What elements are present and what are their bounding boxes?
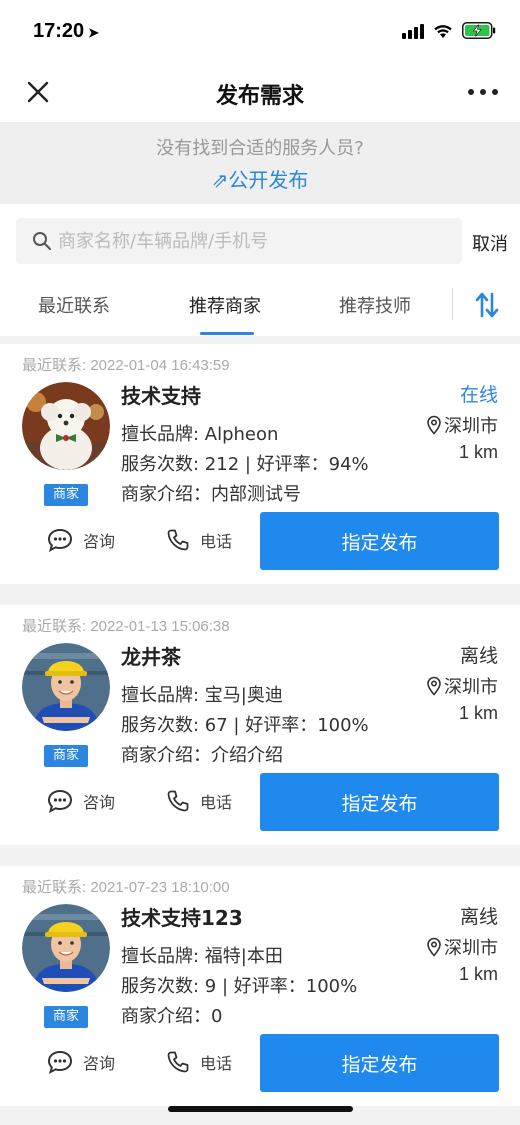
worker-avatar[interactable] — [22, 643, 110, 731]
location: 深圳市 — [426, 934, 498, 960]
status-bar: 17:20 ➤ — [0, 0, 520, 62]
signal-icon — [402, 23, 424, 39]
page-title: 发布需求 — [215, 84, 304, 109]
location-pin-icon — [427, 937, 441, 957]
wifi-icon — [434, 24, 452, 38]
search-input[interactable] — [58, 230, 438, 252]
consult-button[interactable]: 咨询 — [47, 528, 115, 552]
tab-recommended-technicians[interactable]: 推荐技师 — [339, 292, 411, 318]
merchant-name: 技术支持 — [121, 384, 201, 408]
tab-bar: 最近联系 推荐商家 推荐技师 — [0, 276, 520, 336]
merchant-name: 龙井茶 — [121, 645, 181, 669]
assign-publish-button[interactable]: 指定发布 — [260, 1034, 499, 1092]
dog-avatar[interactable] — [22, 382, 110, 470]
merchant-badge: 商家 — [44, 1006, 88, 1028]
location-arrow-icon: ➤ — [88, 25, 100, 40]
chat-bubble-icon — [47, 528, 73, 552]
location: 深圳市 — [426, 412, 498, 438]
public-publish-link[interactable]: ⇗公开发布 — [212, 164, 309, 193]
merchant-badge: 商家 — [44, 484, 88, 506]
nav-bar: 发布需求 — [0, 62, 520, 122]
merchant-badge: 商家 — [44, 745, 88, 767]
city: 深圳市 — [444, 416, 498, 437]
service-stats: 服务次数: 9 | 好评率：100% — [121, 976, 358, 997]
last-contact-time: 最近联系: 2022-01-04 16:43:59 — [22, 357, 230, 374]
chat-bubble-icon — [47, 1050, 73, 1074]
consult-label: 咨询 — [83, 793, 116, 812]
search-icon — [33, 232, 51, 250]
tab-recent-contacts[interactable]: 最近联系 — [38, 292, 110, 318]
brand-specialty: 擅长品牌: Alpheon — [121, 424, 279, 445]
status-time: 17:20 ➤ — [33, 20, 100, 42]
phone-icon — [167, 1051, 189, 1073]
phone-icon — [167, 790, 189, 812]
merchant-name: 技术支持123 — [121, 906, 243, 930]
service-stats: 服务次数: 212 | 好评率：94% — [121, 454, 369, 475]
phone-label: 电话 — [200, 793, 233, 812]
tab-divider — [452, 288, 453, 320]
phone-button[interactable]: 电话 — [166, 528, 232, 552]
status-icons — [402, 22, 496, 39]
merchant-intro: 商家介绍：0 — [121, 1006, 223, 1027]
city: 深圳市 — [444, 938, 498, 959]
distance: 1 km — [458, 964, 498, 984]
phone-icon — [167, 529, 189, 551]
city: 深圳市 — [444, 677, 498, 698]
merchant-intro: 商家介绍：介绍介绍 — [121, 745, 283, 766]
active-tab-indicator — [200, 332, 254, 335]
merchant-card: 最近联系: 2021-07-23 18:10:00 商家 技术支持123 离线 … — [0, 866, 520, 1106]
distance: 1 km — [458, 703, 498, 723]
offline-status: 离线 — [459, 906, 498, 928]
cancel-button[interactable]: 取消 — [472, 230, 508, 256]
battery-charging-icon — [462, 22, 496, 39]
chat-bubble-icon — [47, 789, 73, 813]
distance: 1 km — [458, 442, 498, 462]
assign-publish-button[interactable]: 指定发布 — [260, 512, 499, 570]
worker-avatar[interactable] — [22, 904, 110, 992]
merchant-card: 最近联系: 2022-01-04 16:43:59 商家 技术支持 在线 擅长品… — [0, 344, 520, 584]
phone-button[interactable]: 电话 — [166, 1050, 232, 1074]
search-bar: 取消 — [0, 204, 520, 276]
brand-specialty: 擅长品牌: 宝马|奥迪 — [121, 685, 283, 706]
tab-recommended-merchants[interactable]: 推荐商家 — [189, 292, 261, 318]
consult-label: 咨询 — [83, 1054, 116, 1073]
location-pin-icon — [427, 415, 441, 435]
banner-hint: 没有找到合适的服务人员? — [156, 138, 364, 159]
offline-status: 离线 — [459, 645, 498, 667]
search-box[interactable] — [16, 218, 462, 264]
assign-publish-button[interactable]: 指定发布 — [260, 773, 499, 831]
last-contact-time: 最近联系: 2021-07-23 18:10:00 — [22, 879, 230, 896]
consult-button[interactable]: 咨询 — [47, 1050, 115, 1074]
location-pin-icon — [427, 676, 441, 696]
close-icon[interactable] — [24, 78, 52, 106]
phone-label: 电话 — [200, 1054, 233, 1073]
online-status: 在线 — [459, 384, 498, 406]
consult-button[interactable]: 咨询 — [47, 789, 115, 813]
brand-specialty: 擅长品牌: 福特|本田 — [121, 946, 283, 967]
location: 深圳市 — [426, 673, 498, 699]
sort-icon[interactable] — [474, 290, 500, 320]
phone-button[interactable]: 电话 — [166, 789, 232, 813]
more-icon[interactable] — [468, 78, 498, 106]
phone-label: 电话 — [200, 532, 233, 551]
consult-label: 咨询 — [83, 532, 116, 551]
merchant-card: 最近联系: 2022-01-13 15:06:38 商家 龙井茶 离线 擅长品牌… — [0, 605, 520, 845]
service-stats: 服务次数: 67 | 好评率：100% — [121, 715, 369, 736]
merchant-intro: 商家介绍：内部测试号 — [121, 484, 301, 505]
home-indicator — [168, 1106, 353, 1112]
last-contact-time: 最近联系: 2022-01-13 15:06:38 — [22, 618, 230, 635]
public-publish-banner: 没有找到合适的服务人员? ⇗公开发布 — [0, 122, 520, 204]
